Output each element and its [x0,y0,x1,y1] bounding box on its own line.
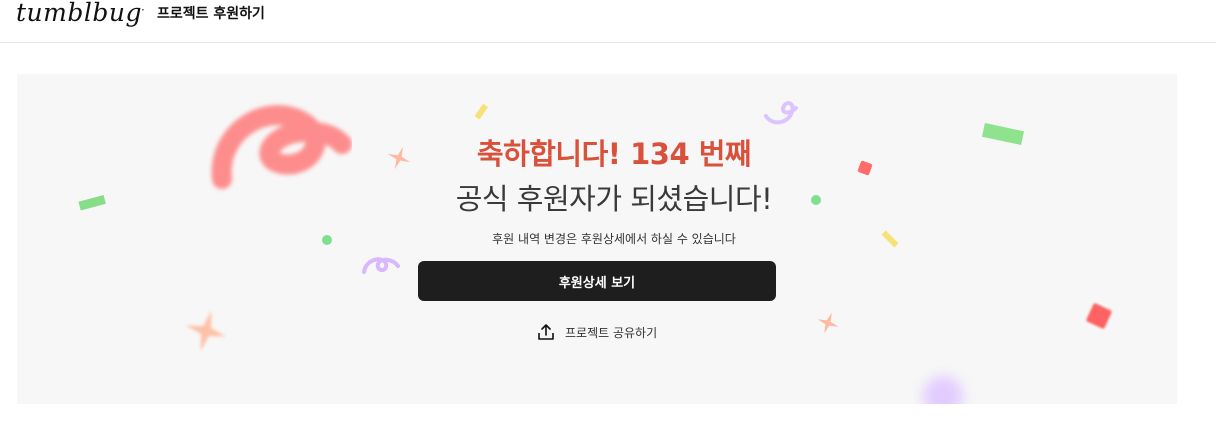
confetti-star-large [185,310,227,352]
pledge-change-note: 후원 내역 변경은 후원상세에서 하실 수 있습니다 [492,232,736,246]
tumblbug-logo[interactable]: tumblbug [16,0,142,27]
confetti-purple-loop [362,257,400,274]
share-project-link[interactable]: 프로젝트 공유하기 [537,321,657,343]
confetti-red-square-large [1086,303,1112,329]
confetti-star-small-right [817,312,839,334]
confetti-purple-curl [764,101,798,125]
confetti-yellow-top [474,103,489,120]
view-pledge-details-button[interactable]: 후원상세 보기 [418,261,776,301]
share-project-label: 프로젝트 공유하기 [565,325,658,340]
confetti-purple-glow [923,376,963,404]
page-title: 프로젝트 후원하기 [157,6,265,22]
celebration-subheadline: 공식 후원자가 되셨습니다! [455,182,773,216]
share-upload-icon [538,324,554,340]
celebration-headline: 축하합니다! 134 번째 [476,137,752,171]
celebration-panel: 축하합니다! 134 번째 공식 후원자가 되셨습니다! 후원 내역 변경은 후… [17,74,1177,404]
top-bar: tumblbug · 프로젝트 후원하기 [0,0,1216,43]
title-separator: · [141,3,145,17]
